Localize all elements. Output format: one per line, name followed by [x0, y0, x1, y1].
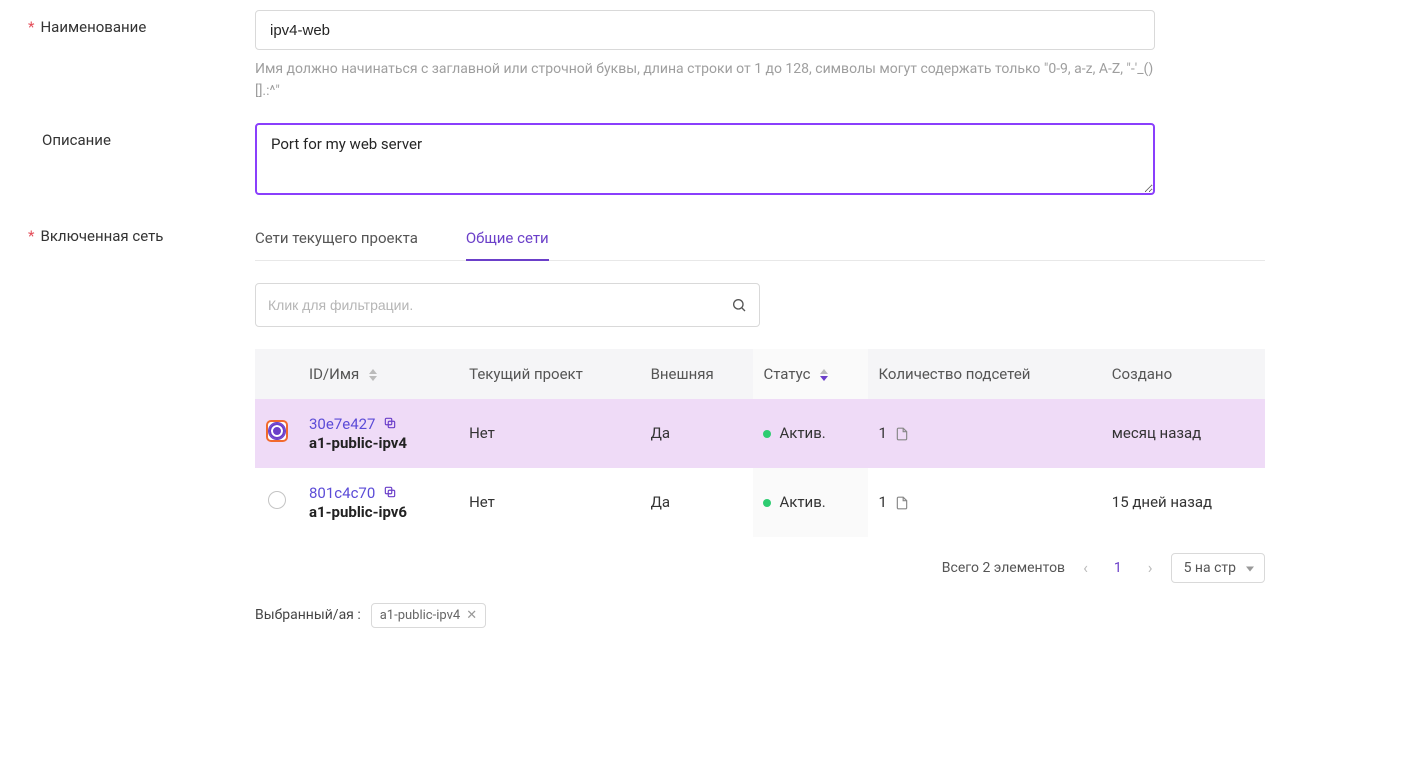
cell-external: Да	[641, 399, 754, 468]
network-label: Включенная сеть	[0, 219, 255, 245]
pagination-next[interactable]: ›	[1144, 558, 1157, 577]
col-status[interactable]: Статус	[753, 349, 868, 399]
filter-container[interactable]	[255, 283, 760, 327]
network-tabs: Сети текущего проекта Общие сети	[255, 219, 1265, 261]
selected-chip: a1-public-ipv4 ✕	[371, 603, 486, 628]
cell-status: Актив.	[753, 399, 868, 468]
cell-created: месяц назад	[1102, 399, 1265, 468]
radio-select[interactable]	[266, 420, 288, 442]
cell-subnets: 1	[868, 468, 1101, 537]
pagination: Всего 2 элементов ‹ 1 › 5 на стр	[255, 553, 1265, 583]
cell-status: Актив.	[753, 468, 868, 537]
description-textarea[interactable]	[255, 123, 1155, 195]
col-id-name[interactable]: ID/Имя	[299, 349, 459, 399]
cell-created: 15 дней назад	[1102, 468, 1265, 537]
name-hint: Имя должно начинаться с заглавной или ст…	[255, 58, 1155, 103]
table-row[interactable]: 801c4c70 a1-public-ipv6 Нет Да Актив. 1	[255, 468, 1265, 537]
radio-select[interactable]	[268, 491, 286, 509]
cell-project: Нет	[459, 399, 640, 468]
pagination-page[interactable]: 1	[1106, 560, 1130, 576]
status-dot-icon	[763, 430, 771, 438]
tab-shared-networks[interactable]: Общие сети	[466, 219, 549, 261]
selected-label: Выбранный/ая :	[255, 607, 361, 623]
selected-summary: Выбранный/ая : a1-public-ipv4 ✕	[255, 603, 1265, 628]
document-icon	[895, 493, 909, 511]
network-id-link[interactable]: 801c4c70	[309, 484, 375, 502]
filter-input[interactable]	[268, 297, 731, 313]
networks-table: ID/Имя Текущий проект Внешняя Статус Кол…	[255, 349, 1265, 537]
col-external: Внешняя	[641, 349, 754, 399]
search-icon	[731, 297, 747, 313]
col-current-project: Текущий проект	[459, 349, 640, 399]
name-input[interactable]	[255, 10, 1155, 50]
cell-project: Нет	[459, 468, 640, 537]
status-dot-icon	[763, 499, 771, 507]
sort-icon	[369, 369, 377, 381]
page-size-select[interactable]: 5 на стр	[1171, 553, 1265, 583]
network-name: a1-public-ipv6	[309, 503, 407, 521]
copy-icon[interactable]	[383, 485, 397, 503]
col-select	[255, 349, 299, 399]
tab-current-project-networks[interactable]: Сети текущего проекта	[255, 219, 418, 261]
close-icon[interactable]: ✕	[466, 608, 477, 623]
col-subnets: Количество подсетей	[868, 349, 1101, 399]
cell-subnets: 1	[868, 399, 1101, 468]
document-icon	[895, 424, 909, 442]
sort-icon	[820, 369, 828, 381]
pagination-total: Всего 2 элементов	[942, 560, 1065, 576]
copy-icon[interactable]	[383, 416, 397, 434]
name-label: Наименование	[0, 10, 255, 36]
network-name: a1-public-ipv4	[309, 434, 407, 452]
cell-external: Да	[641, 468, 754, 537]
selected-chip-text: a1-public-ipv4	[380, 608, 460, 623]
col-created: Создано	[1102, 349, 1265, 399]
description-label: Описание	[0, 123, 255, 149]
pagination-prev[interactable]: ‹	[1079, 558, 1092, 577]
table-row[interactable]: 30e7e427 a1-public-ipv4 Нет Да Актив. 1	[255, 399, 1265, 468]
network-id-link[interactable]: 30e7e427	[309, 415, 376, 433]
